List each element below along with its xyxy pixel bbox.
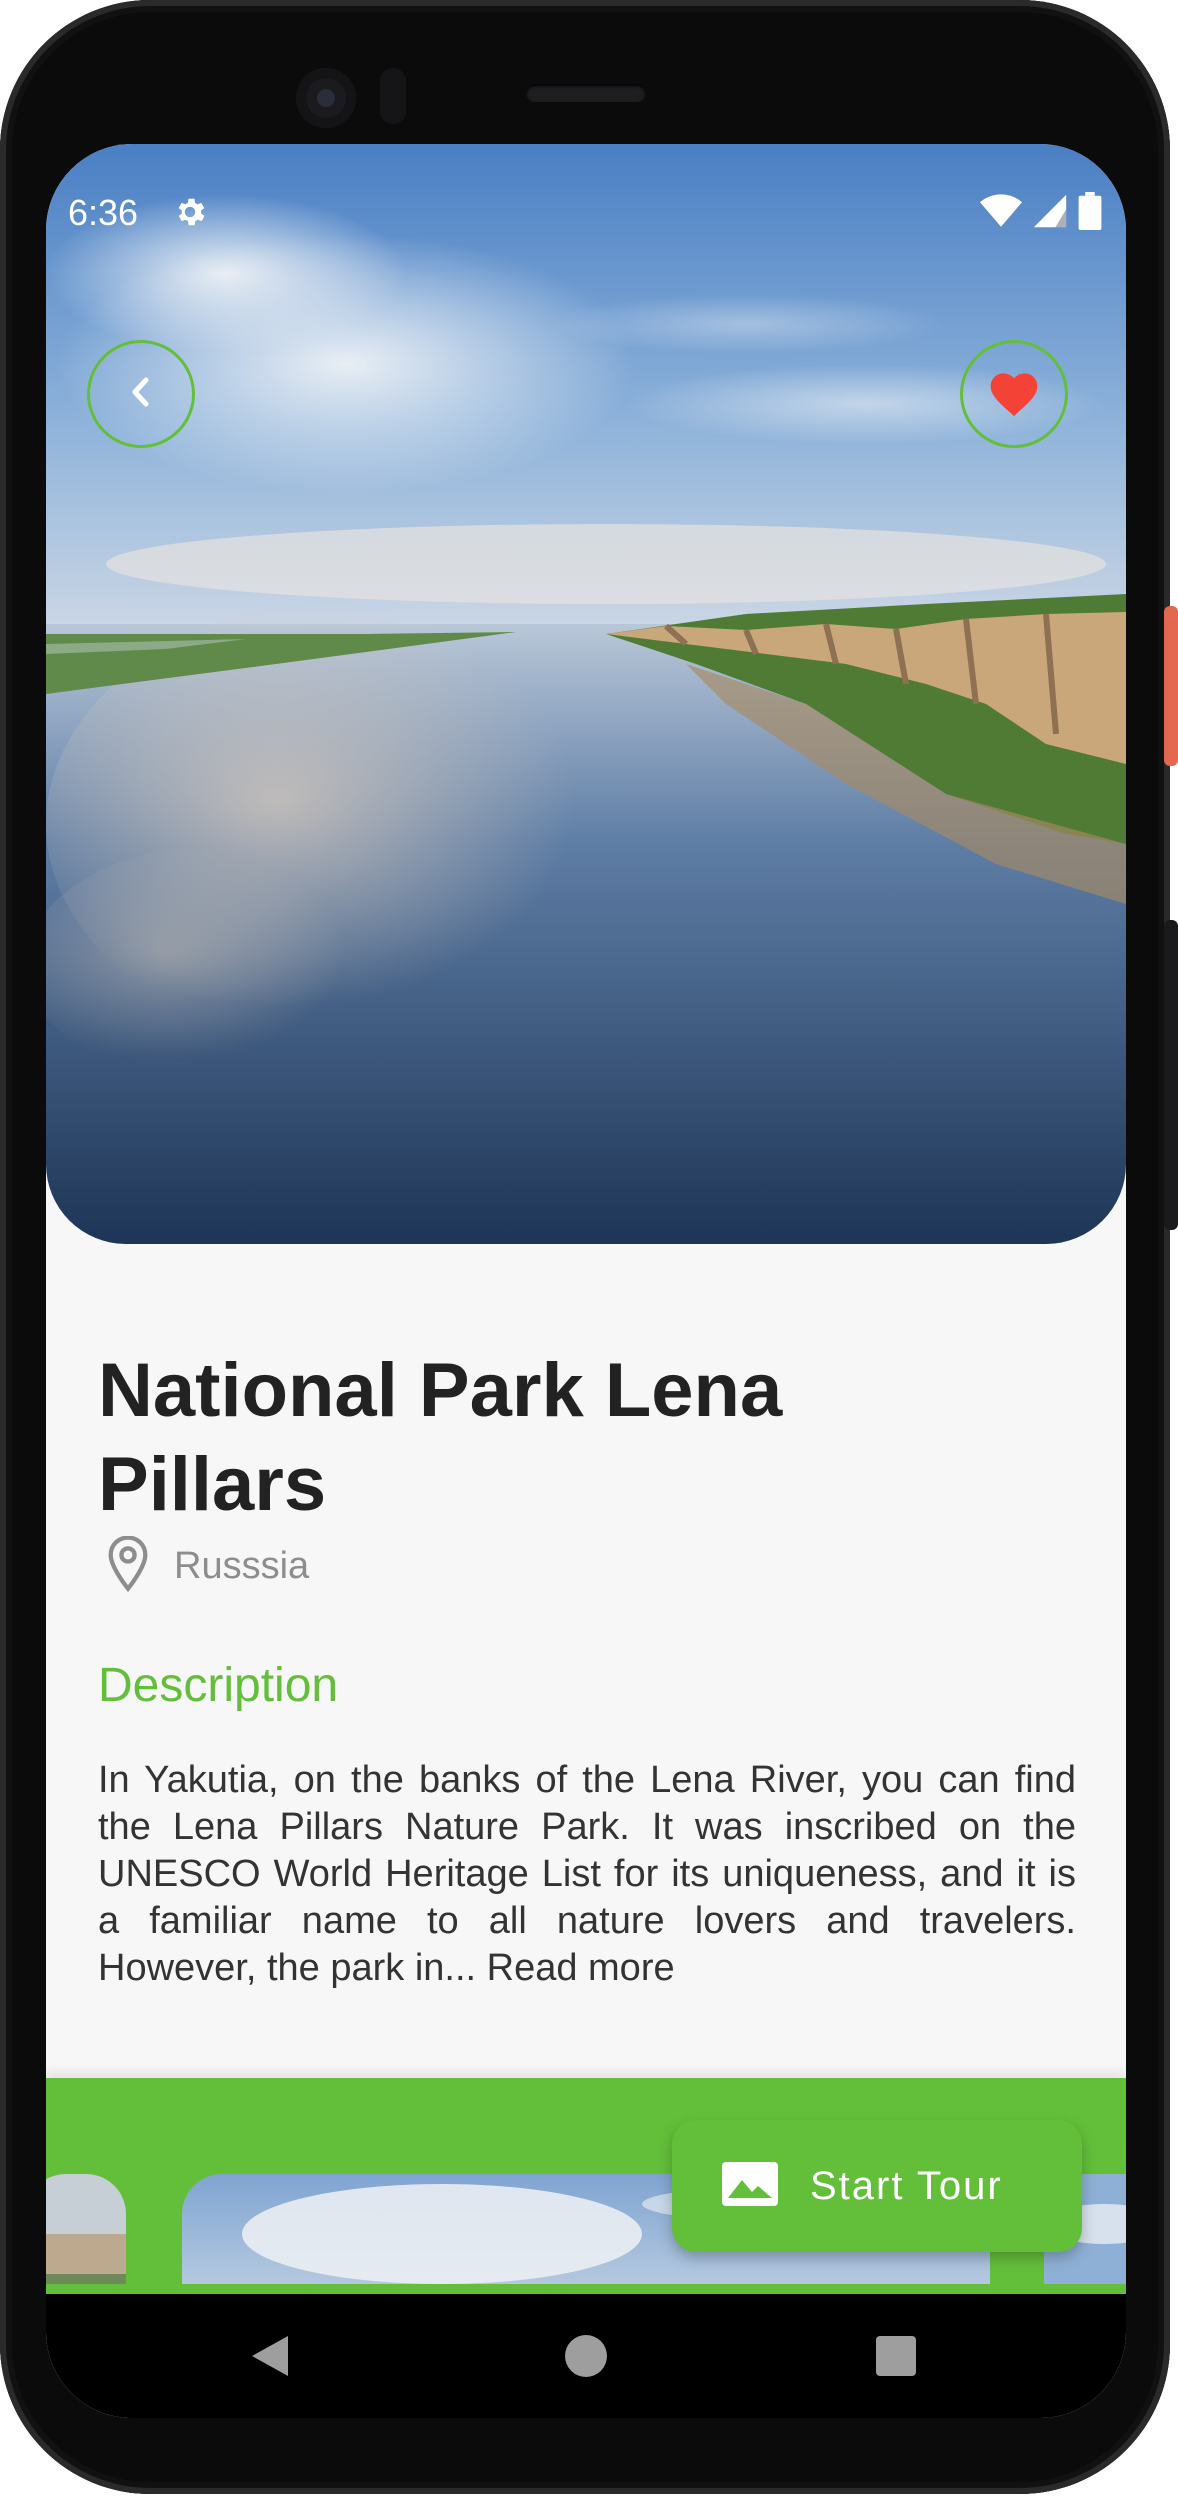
landscape-icon	[722, 2162, 778, 2210]
place-details: National Park Lena Pillars Russsia Descr…	[98, 1344, 1078, 1992]
circle-home-icon[interactable]	[565, 2335, 607, 2377]
heart-icon	[986, 366, 1042, 422]
location-pin-icon	[108, 1535, 148, 1596]
proximity-sensor	[380, 68, 406, 124]
phone-frame: 6:36 National Park Lena Pillars Russsia …	[0, 0, 1178, 2498]
back-button[interactable]	[87, 340, 195, 448]
location-text: Russsia	[174, 1544, 310, 1587]
status-time: 6:36	[68, 192, 139, 233]
battery-icon	[1078, 192, 1102, 234]
signal-icon	[1032, 193, 1068, 233]
app-screen: 6:36 National Park Lena Pillars Russsia …	[46, 144, 1126, 2418]
chevron-left-icon	[126, 372, 156, 416]
gear-icon	[172, 194, 208, 234]
location-row: Russsia	[98, 1535, 1078, 1596]
start-tour-button[interactable]: Start Tour	[672, 2120, 1082, 2252]
triangle-back-icon[interactable]	[250, 2334, 290, 2382]
square-recents-icon[interactable]	[876, 2336, 916, 2376]
wifi-icon	[980, 193, 1022, 233]
status-bar: 6:36	[46, 144, 1126, 244]
place-title: National Park Lena Pillars	[98, 1348, 783, 1527]
volume-button	[1164, 920, 1178, 1230]
start-tour-label: Start Tour	[810, 2163, 1003, 2208]
favorite-button[interactable]	[960, 340, 1068, 448]
description-text[interactable]: In Yakutia, on the banks of the Lena Riv…	[98, 1757, 1076, 1992]
description-heading: Description	[98, 1659, 339, 1712]
hero-image	[46, 144, 1126, 1244]
power-button	[1164, 606, 1178, 766]
earpiece-speaker	[526, 84, 646, 102]
system-nav-bar	[46, 2294, 1126, 2418]
front-camera	[296, 68, 356, 128]
gallery-thumbnail[interactable]	[46, 2174, 126, 2284]
